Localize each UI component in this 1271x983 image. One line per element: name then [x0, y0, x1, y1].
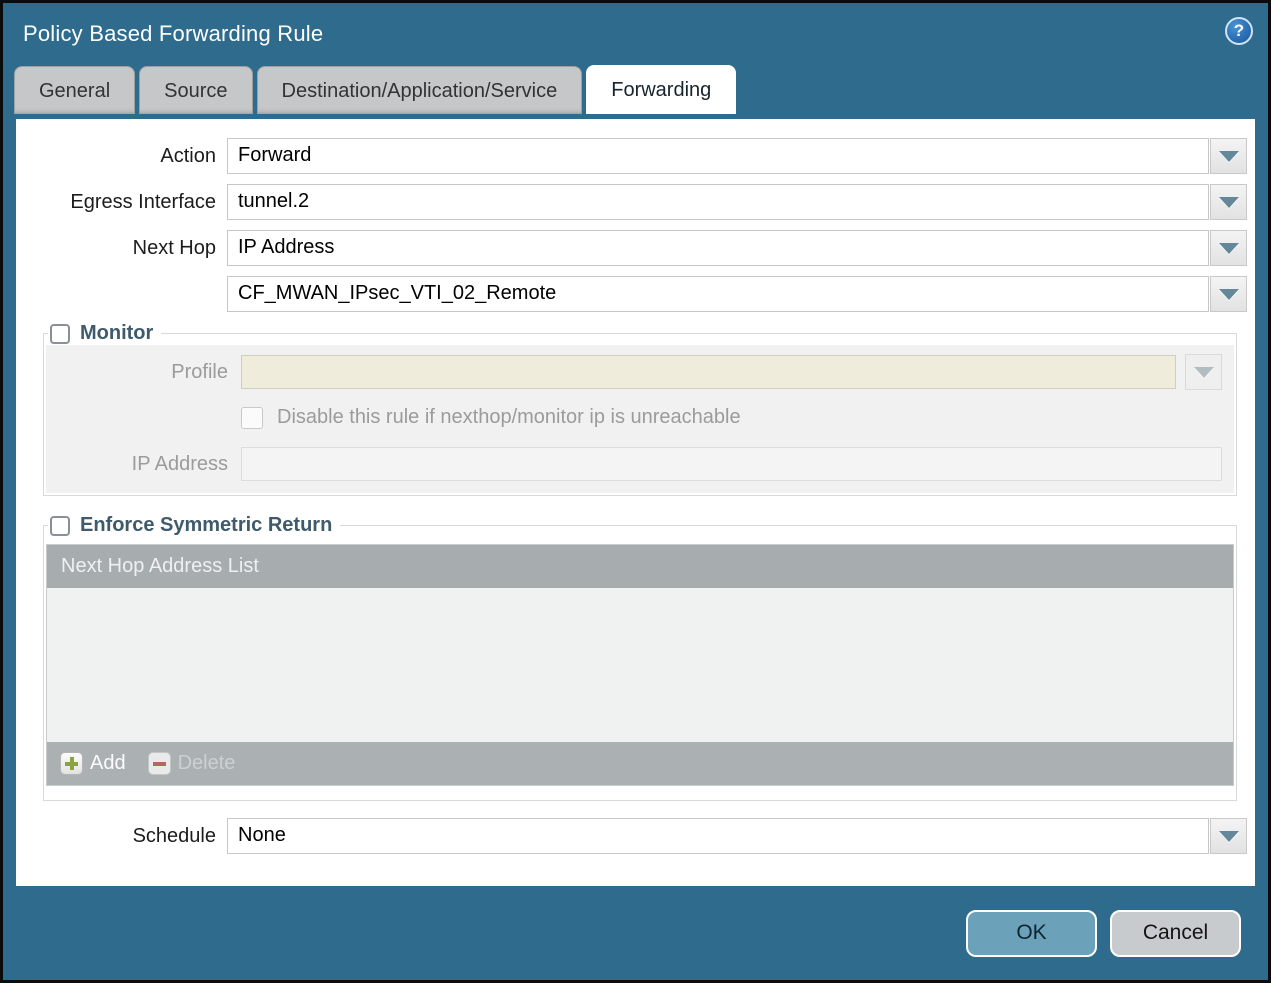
delete-button-label: Delete [178, 752, 236, 775]
help-icon[interactable]: ? [1225, 17, 1253, 45]
next-hop-address-field[interactable]: CF_MWAN_IPsec_VTI_02_Remote [227, 276, 1209, 312]
profile-dropdown-button [1185, 354, 1222, 390]
action-row: Action Forward [16, 138, 1255, 174]
tab-general[interactable]: General [14, 66, 135, 114]
profile-row: Profile [46, 354, 1234, 390]
minus-icon [148, 752, 171, 775]
egress-interface-label: Egress Interface [16, 191, 227, 214]
next-hop-dropdown-button[interactable] [1210, 230, 1247, 266]
monitor-ip-address-field [241, 447, 1222, 481]
monitor-section: Monitor Profile Disable this rule if nex… [43, 322, 1237, 496]
policy-based-forwarding-rule-dialog: Policy Based Forwarding Rule ? General S… [0, 0, 1271, 983]
action-field[interactable]: Forward [227, 138, 1209, 174]
disable-rule-checkbox [241, 407, 263, 429]
next-hop-address-dropdown-button[interactable] [1210, 276, 1247, 312]
next-hop-address-row: CF_MWAN_IPsec_VTI_02_Remote [16, 276, 1255, 312]
egress-interface-row: Egress Interface tunnel.2 [16, 184, 1255, 220]
next-hop-address-list-body[interactable] [47, 588, 1233, 742]
tab-forwarding[interactable]: Forwarding [586, 65, 736, 114]
ok-button[interactable]: OK [966, 910, 1097, 957]
schedule-label: Schedule [16, 825, 227, 848]
profile-label: Profile [46, 361, 241, 384]
add-button-label: Add [90, 752, 126, 775]
enforce-symmetric-return-section: Enforce Symmetric Return Next Hop Addres… [43, 514, 1237, 801]
monitor-ip-address-label: IP Address [46, 453, 241, 476]
egress-interface-dropdown-button[interactable] [1210, 184, 1247, 220]
tab-destination-application-service[interactable]: Destination/Application/Service [257, 66, 583, 114]
next-hop-label: Next Hop [16, 237, 227, 260]
add-button[interactable]: Add [60, 752, 126, 775]
disable-rule-label: Disable this rule if nexthop/monitor ip … [277, 406, 741, 429]
schedule-row: Schedule None [16, 818, 1255, 854]
title-bar: Policy Based Forwarding Rule ? [3, 3, 1268, 65]
delete-button: Delete [148, 752, 236, 775]
monitor-panel: Profile Disable this rule if nexthop/mon… [46, 345, 1234, 493]
dialog-footer: OK Cancel [3, 886, 1268, 980]
chevron-down-icon [1194, 367, 1214, 378]
action-dropdown-button[interactable] [1210, 138, 1247, 174]
chevron-down-icon [1219, 151, 1239, 162]
chevron-down-icon [1219, 289, 1239, 300]
chevron-down-icon [1219, 243, 1239, 254]
enforce-symmetric-return-legend: Enforce Symmetric Return [48, 514, 340, 537]
next-hop-type-field[interactable]: IP Address [227, 230, 1209, 266]
monitor-ip-address-row: IP Address [46, 447, 1234, 481]
chevron-down-icon [1219, 197, 1239, 208]
cancel-button[interactable]: Cancel [1110, 910, 1241, 957]
next-hop-address-list-toolbar: Add Delete [47, 742, 1233, 785]
enforce-symmetric-return-legend-label: Enforce Symmetric Return [80, 514, 332, 537]
chevron-down-icon [1219, 831, 1239, 842]
schedule-dropdown-button[interactable] [1210, 818, 1247, 854]
monitor-legend-label: Monitor [80, 322, 153, 345]
next-hop-address-list-table: Next Hop Address List Add Delete [46, 544, 1234, 786]
egress-interface-field[interactable]: tunnel.2 [227, 184, 1209, 220]
profile-field [241, 355, 1176, 389]
dialog-title: Policy Based Forwarding Rule [23, 21, 323, 47]
action-label: Action [16, 145, 227, 168]
next-hop-row: Next Hop IP Address [16, 230, 1255, 266]
monitor-checkbox[interactable] [50, 324, 70, 344]
forwarding-tab-panel: Action Forward Egress Interface tunnel.2… [16, 119, 1255, 889]
schedule-field[interactable]: None [227, 818, 1209, 854]
tab-source[interactable]: Source [139, 66, 252, 114]
next-hop-address-list-header: Next Hop Address List [47, 545, 1233, 588]
monitor-legend: Monitor [48, 322, 161, 345]
tab-bar: General Source Destination/Application/S… [3, 65, 1268, 114]
disable-rule-row: Disable this rule if nexthop/monitor ip … [46, 406, 1234, 429]
plus-icon [60, 752, 83, 775]
enforce-symmetric-return-checkbox[interactable] [50, 516, 70, 536]
